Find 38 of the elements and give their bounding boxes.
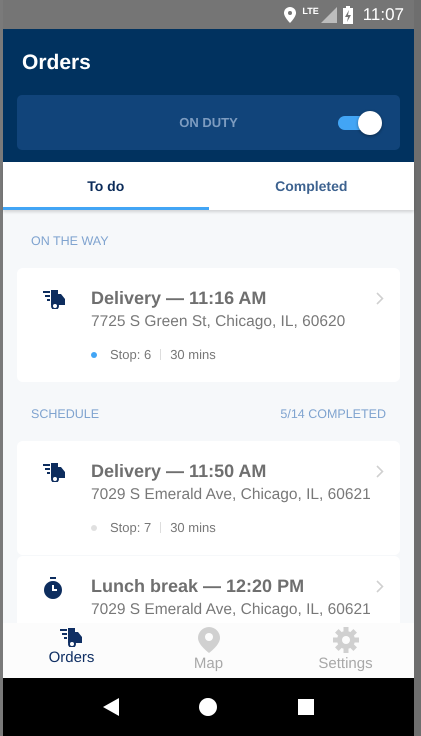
recents-icon[interactable] <box>298 699 314 715</box>
page-title: Orders <box>22 51 92 75</box>
truck-icon <box>60 627 84 647</box>
duration: 30 mins <box>170 520 216 535</box>
section-title: SCHEDULE <box>31 407 100 421</box>
duty-toggle[interactable] <box>338 110 382 134</box>
location-icon <box>284 6 296 22</box>
signal-icon <box>320 6 337 22</box>
network-type: LTE <box>302 6 319 16</box>
nav-item[interactable]: Orders <box>3 623 140 678</box>
stop-number: Stop: 7 <box>110 520 152 535</box>
section-title: ON THE WAY <box>31 234 109 248</box>
progress-count: 5/14 COMPLETED <box>280 407 386 421</box>
stop-number: Stop: 6 <box>110 347 152 362</box>
order-address: 7725 S Green St, Chicago, IL, 60620 <box>91 313 346 331</box>
back-icon[interactable] <box>103 698 120 716</box>
order-title: Lunch break — 12:20 PM <box>91 576 304 597</box>
order-title: Delivery — 11:50 AM <box>91 461 266 482</box>
order-address: 7029 S Emerald Ave, Chicago, IL, 60621 <box>91 486 372 504</box>
chevron-icon <box>376 292 384 305</box>
duty-label: ON DUTY <box>179 115 238 130</box>
tab[interactable]: Completed <box>208 162 414 210</box>
order-card[interactable]: Delivery — 11:16 AM 7725 S Green St, Chicago, IL, 60620 Stop: 6 30 mins <box>17 268 400 382</box>
chevron-icon <box>376 465 384 478</box>
order-card[interactable]: Lunch break — 12:20 PM 7029 S Emerald Ave, Chicago, IL, 60621 <box>17 556 400 623</box>
duration: 30 mins <box>170 347 216 362</box>
location-pin-icon <box>198 627 220 653</box>
order-card[interactable]: Delivery — 11:50 AM 7029 S Emerald Ave, Chicago, IL, 60621 Stop: 7 30 mins <box>17 441 400 555</box>
tab[interactable]: To do <box>3 162 208 210</box>
truck-icon <box>43 289 67 309</box>
home-icon[interactable] <box>199 698 218 716</box>
stopwatch-icon <box>43 577 63 599</box>
clock-time: 11:07 <box>362 4 404 24</box>
order-title: Delivery — 11:16 AM <box>91 288 266 309</box>
battery-charging-icon <box>342 6 353 24</box>
chevron-icon <box>376 580 384 593</box>
truck-icon <box>43 462 67 482</box>
order-address: 7029 S Emerald Ave, Chicago, IL, 60621 <box>91 601 372 619</box>
